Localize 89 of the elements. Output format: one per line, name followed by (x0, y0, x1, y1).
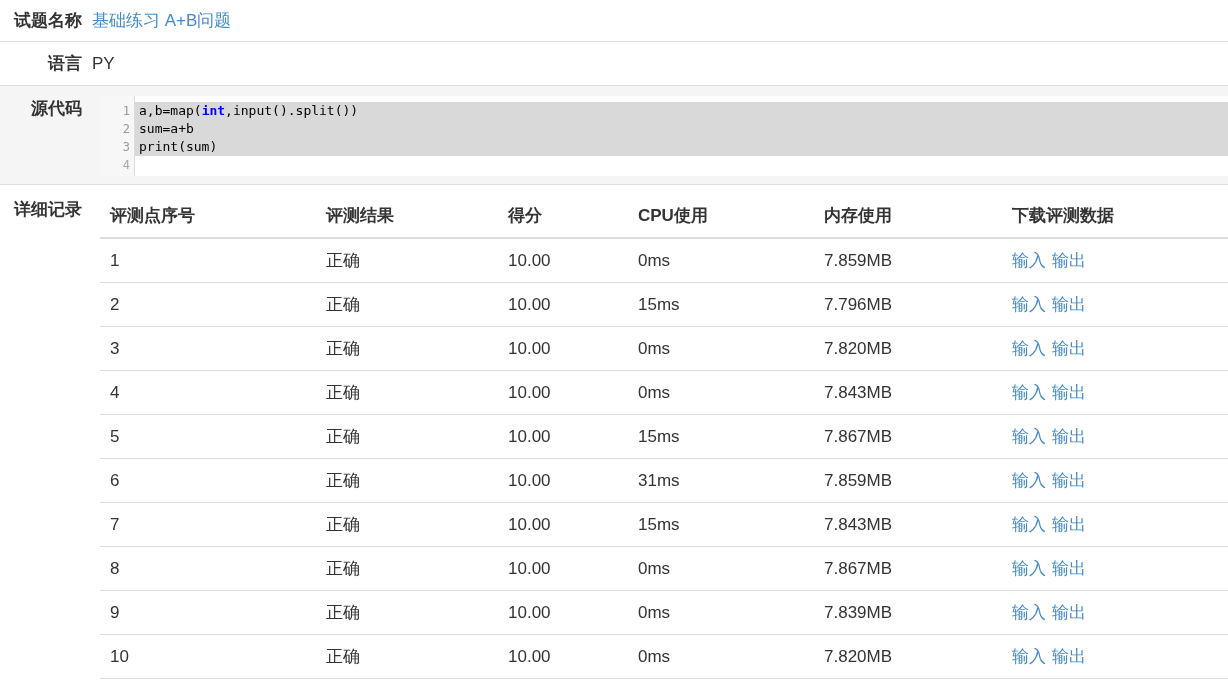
download-link[interactable]: 输出 (1052, 379, 1086, 406)
table-cell: 10.00 (508, 250, 551, 270)
table-cell: 10.00 (508, 514, 551, 534)
table-cell: 7.859MB (824, 470, 893, 490)
table-cell: 10.00 (508, 602, 551, 622)
table-cell: 7.820MB (824, 646, 893, 666)
table-cell: 0ms (638, 558, 671, 578)
table-cell: 4 (110, 382, 120, 402)
table-cell: 正确 (326, 338, 360, 358)
download-link[interactable]: 输入 (1012, 379, 1046, 406)
download-link[interactable]: 输入 (1012, 247, 1046, 274)
column-header: 下载评测数据 (1012, 206, 1114, 226)
table-cell: 7.867MB (824, 426, 893, 446)
download-link[interactable]: 输入 (1012, 291, 1046, 318)
download-link[interactable]: 输入 (1012, 423, 1046, 450)
field-label: 源代码 (31, 98, 82, 120)
table-cell: 0ms (638, 338, 671, 358)
language-value: PY (92, 52, 115, 75)
table-cell: 7.859MB (824, 250, 893, 270)
table-cell: 0ms (638, 382, 671, 402)
field-label: 试题名称 (14, 9, 82, 32)
field-label: 详细记录 (14, 199, 82, 221)
download-link[interactable]: 输出 (1052, 291, 1086, 318)
table-cell: 10.00 (508, 426, 551, 446)
table-cell: 9 (110, 602, 120, 622)
table-cell: 0ms (638, 250, 671, 270)
line-number: 1 (122, 103, 130, 120)
table-cell: 6 (110, 470, 120, 490)
code-text: a,b=map(int,input().split()) (138, 102, 359, 120)
table-cell: 7 (110, 514, 120, 534)
table-cell: 10.00 (508, 382, 551, 402)
table-cell: 10.00 (508, 338, 551, 358)
line-number: 3 (122, 139, 130, 156)
code-text: print(sum) (138, 138, 218, 156)
table-cell: 10.00 (508, 470, 551, 490)
table-cell: 15ms (638, 294, 680, 314)
download-link[interactable]: 输出 (1052, 335, 1086, 362)
download-link[interactable]: 输入 (1012, 467, 1046, 494)
table-cell: 正确 (326, 602, 360, 622)
table-cell: 0ms (638, 602, 671, 622)
download-link[interactable]: 输入 (1012, 643, 1046, 670)
download-link[interactable]: 输入 (1012, 335, 1046, 362)
column-header: 评测结果 (326, 206, 394, 226)
download-link[interactable]: 输入 (1012, 555, 1046, 582)
table-cell: 正确 (326, 558, 360, 578)
table-cell: 8 (110, 558, 120, 578)
table-cell: 15ms (638, 426, 680, 446)
column-header: 得分 (508, 206, 542, 226)
download-link[interactable]: 输出 (1052, 511, 1086, 538)
line-number: 2 (122, 121, 130, 138)
table-cell: 正确 (326, 514, 360, 534)
line-number: 4 (122, 157, 130, 174)
download-link[interactable]: 输出 (1052, 247, 1086, 274)
download-link[interactable]: 输出 (1052, 467, 1086, 494)
table-cell: 正确 (326, 250, 360, 270)
table-cell: 7.796MB (824, 294, 893, 314)
table-cell: 15ms (638, 514, 680, 534)
table-cell: 2 (110, 294, 120, 314)
table-cell: 10 (110, 646, 129, 666)
table-cell: 7.843MB (824, 382, 893, 402)
table-cell: 10.00 (508, 558, 551, 578)
table-cell: 正确 (326, 426, 360, 446)
download-link[interactable]: 输入 (1012, 511, 1046, 538)
table-cell: 正确 (326, 646, 360, 666)
download-link[interactable]: 输入 (1012, 599, 1046, 626)
column-header: CPU使用 (638, 206, 708, 226)
table-cell: 10.00 (508, 294, 551, 314)
table-cell: 0ms (638, 646, 671, 666)
table-cell: 10.00 (508, 646, 551, 666)
download-link[interactable]: 输出 (1052, 599, 1086, 626)
table-cell: 3 (110, 338, 120, 358)
table-cell: 5 (110, 426, 120, 446)
download-link[interactable]: 输出 (1052, 423, 1086, 450)
field-label: 语言 (48, 52, 82, 75)
table-cell: 正确 (326, 470, 360, 490)
column-header: 评测点序号 (110, 206, 195, 226)
table-cell: 正确 (326, 382, 360, 402)
table-cell: 7.820MB (824, 338, 893, 358)
download-link[interactable]: 输出 (1052, 555, 1086, 582)
code-text: sum=a+b (138, 120, 194, 138)
table-cell: 7.843MB (824, 514, 893, 534)
table-cell: 1 (110, 250, 120, 270)
table-cell: 31ms (638, 470, 680, 490)
table-cell: 正确 (326, 294, 360, 314)
table-cell: 7.867MB (824, 558, 893, 578)
table-cell: 7.839MB (824, 602, 893, 622)
column-header: 内存使用 (824, 206, 892, 226)
problem-link[interactable]: 基础练习 A+B问题 (92, 7, 232, 34)
download-link[interactable]: 输出 (1052, 643, 1086, 670)
